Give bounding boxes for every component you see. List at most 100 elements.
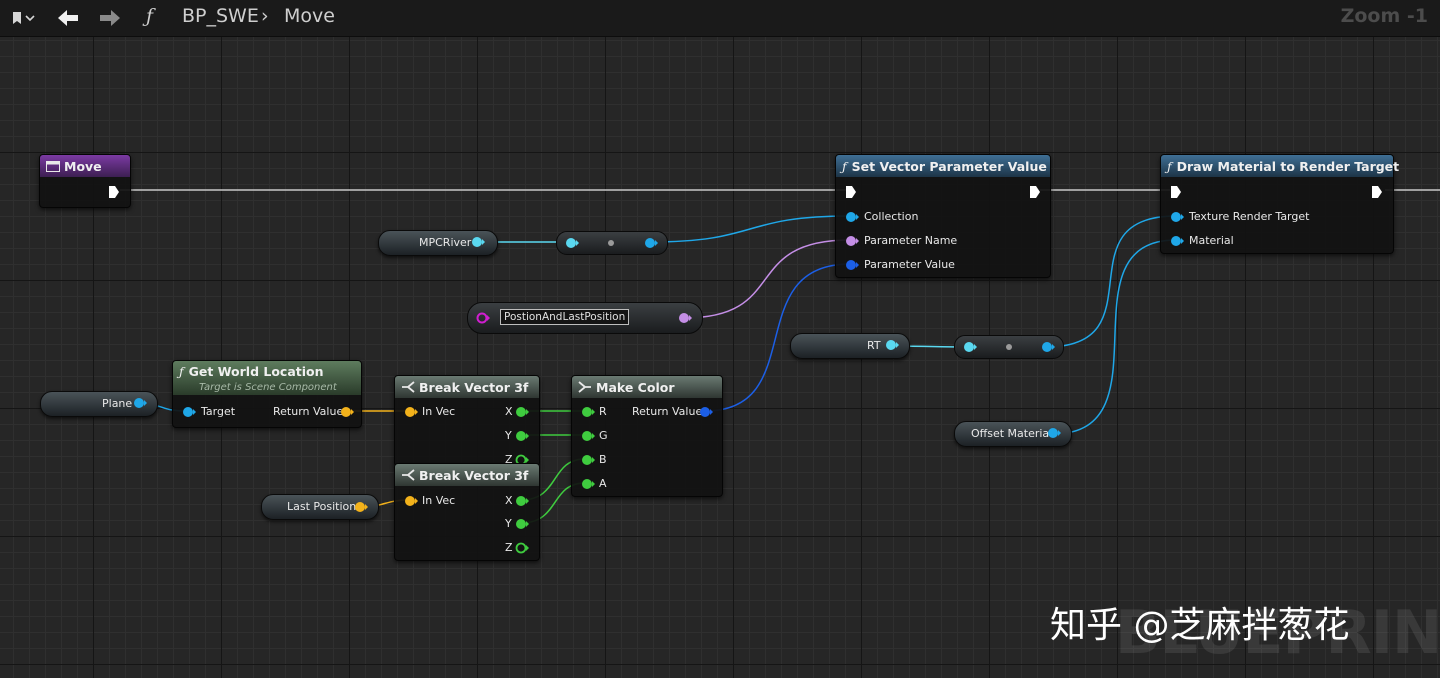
- b-in-pin[interactable]: [581, 454, 595, 466]
- wire-material: [1052, 239, 1177, 435]
- name-out-pin[interactable]: [678, 312, 692, 324]
- variable-label: MPCRiver: [419, 236, 472, 249]
- node-break-vector-3f-2[interactable]: Break Vector 3f In Vec X Y Z: [394, 463, 540, 561]
- bookmark-menu-button[interactable]: [2, 0, 40, 36]
- variable-label: Offset Material: [971, 427, 1053, 440]
- wire-layer: [120, 189, 1440, 524]
- exec-out-pin[interactable]: [1029, 185, 1041, 199]
- make-literal-name-node[interactable]: PostionAndLastPosition: [467, 302, 703, 334]
- pin-label: In Vec: [422, 494, 456, 507]
- break-struct-icon: [402, 469, 415, 481]
- y-out-pin[interactable]: [515, 518, 529, 530]
- node-header: Make Color: [572, 376, 722, 398]
- event-node-title: Move: [64, 158, 102, 174]
- variable-label: Plane: [102, 397, 133, 410]
- name-in-pin[interactable]: [476, 312, 490, 324]
- exec-out-pin[interactable]: [108, 185, 120, 199]
- object-out-pin[interactable]: [885, 339, 899, 351]
- pin-label: Target: [201, 405, 236, 418]
- function-icon: ƒ: [179, 364, 184, 379]
- variable-label: RT: [867, 339, 881, 352]
- node-header: Break Vector 3f: [395, 464, 539, 486]
- forward-button[interactable]: [90, 0, 130, 36]
- exec-in-pin[interactable]: [1170, 185, 1182, 199]
- reroute-in-pin[interactable]: [963, 341, 977, 353]
- bookmark-icon: [13, 12, 35, 24]
- object-out-pin[interactable]: [133, 397, 147, 409]
- node-title: Set Vector Parameter Value: [851, 158, 1047, 174]
- variable-mpc-river[interactable]: MPCRiver: [378, 230, 498, 256]
- reroute-node-collection[interactable]: [556, 231, 668, 255]
- y-out-pin[interactable]: [515, 430, 529, 442]
- breadcrumb-root[interactable]: BP_SWE: [182, 5, 259, 27]
- z-out-pin[interactable]: [515, 542, 529, 554]
- x-out-pin[interactable]: [515, 406, 529, 418]
- color-out-pin[interactable]: [699, 406, 713, 418]
- reroute-dot-icon: [1006, 344, 1012, 350]
- wire-param-name: [683, 239, 851, 319]
- variable-rt[interactable]: RT: [790, 333, 910, 359]
- graph-toolbar: ƒ BP_SWE › Move Zoom -1: [0, 0, 1440, 37]
- pin-label: Collection: [864, 210, 919, 223]
- function-icon: ƒ: [842, 158, 847, 174]
- back-button[interactable]: [48, 0, 88, 36]
- exec-in-pin[interactable]: [845, 185, 857, 199]
- parameter-name-textbox[interactable]: PostionAndLastPosition: [500, 309, 630, 325]
- reroute-dot-icon: [608, 240, 614, 246]
- node-title: Make Color: [596, 379, 675, 395]
- node-header: Break Vector 3f: [395, 376, 539, 398]
- a-in-pin[interactable]: [581, 478, 595, 490]
- function-icon: ƒ: [1167, 158, 1172, 174]
- pin-label: B: [599, 453, 607, 466]
- back-arrow-icon: [58, 10, 78, 26]
- reroute-node-render-target[interactable]: [954, 335, 1064, 359]
- node-subtitle: Target is Scene Component: [199, 382, 337, 393]
- node-title: Break Vector 3f: [419, 379, 529, 395]
- return-value-pin[interactable]: [340, 406, 354, 418]
- node-header: ƒ Draw Material to Render Target: [1161, 155, 1399, 177]
- zoom-level: Zoom -1: [1340, 5, 1428, 27]
- event-icon: [46, 160, 60, 172]
- variable-plane[interactable]: Plane: [40, 391, 158, 417]
- pin-label: X: [505, 405, 513, 418]
- in-vec-pin[interactable]: [404, 406, 418, 418]
- node-make-color[interactable]: Make Color R G B A Return Value: [571, 375, 723, 497]
- target-in-pin[interactable]: [182, 406, 196, 418]
- r-in-pin[interactable]: [581, 406, 595, 418]
- pin-label: Z: [505, 541, 513, 554]
- collection-pin[interactable]: [845, 211, 859, 223]
- event-node-move[interactable]: Move: [39, 154, 131, 208]
- pin-label: Parameter Value: [864, 258, 955, 271]
- parameter-value-pin[interactable]: [845, 259, 859, 271]
- object-out-pin[interactable]: [471, 236, 485, 248]
- x-out-pin[interactable]: [515, 495, 529, 507]
- pin-label: Material: [1189, 234, 1234, 247]
- pin-label: X: [505, 494, 513, 507]
- breadcrumb-separator: ›: [261, 5, 269, 27]
- struct-out-pin[interactable]: [354, 501, 368, 513]
- in-vec-pin[interactable]: [404, 495, 418, 507]
- parameter-name-pin[interactable]: [845, 235, 859, 247]
- g-in-pin[interactable]: [581, 430, 595, 442]
- exec-out-pin[interactable]: [1371, 185, 1383, 199]
- pin-label: Return Value: [273, 405, 344, 418]
- reroute-in-pin[interactable]: [565, 237, 579, 249]
- node-title: Get World Location: [188, 364, 324, 379]
- node-set-vector-parameter-value[interactable]: ƒ Set Vector Parameter Value Collection …: [835, 154, 1051, 278]
- pin-label: R: [599, 405, 607, 418]
- pin-label: A: [599, 477, 607, 490]
- variable-offset-material[interactable]: Offset Material: [954, 421, 1072, 447]
- variable-label: Last Position: [287, 500, 357, 513]
- wire-collection: [649, 215, 851, 243]
- node-title: Break Vector 3f: [419, 467, 529, 483]
- reroute-out-pin[interactable]: [644, 237, 658, 249]
- breadcrumb-leaf[interactable]: Move: [284, 5, 335, 27]
- texture-render-target-pin[interactable]: [1170, 211, 1184, 223]
- material-pin[interactable]: [1170, 235, 1184, 247]
- node-draw-material-to-render-target[interactable]: ƒ Draw Material to Render Target Texture…: [1160, 154, 1399, 254]
- node-break-vector-3f-1[interactable]: Break Vector 3f In Vec X Y Z: [394, 375, 540, 467]
- variable-last-position[interactable]: Last Position: [261, 494, 379, 520]
- object-out-pin[interactable]: [1047, 427, 1061, 439]
- reroute-out-pin[interactable]: [1041, 341, 1055, 353]
- node-get-world-location[interactable]: ƒ Get World Location Target is Scene Com…: [172, 360, 362, 428]
